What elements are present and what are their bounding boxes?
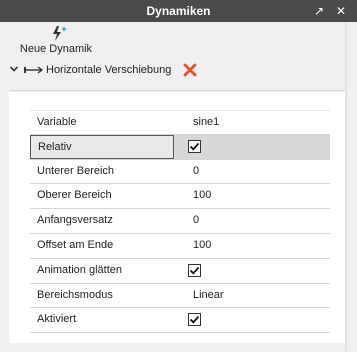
property-key: Bereichsmodus bbox=[37, 288, 113, 301]
property-key: Relativ bbox=[30, 134, 174, 159]
chevron-down-icon[interactable] bbox=[9, 64, 19, 74]
dynamic-label: Horizontale Verschiebung bbox=[46, 64, 172, 76]
property-row[interactable]: Variable sine1 bbox=[30, 110, 330, 135]
property-row[interactable]: Bereichsmodus Linear bbox=[30, 284, 330, 309]
horizontal-arrow-icon bbox=[24, 66, 44, 74]
new-dynamic-label: Neue Dynamik bbox=[19, 43, 93, 55]
property-row[interactable]: Relativ bbox=[30, 134, 330, 160]
property-row[interactable]: Anfangsversatz 0 bbox=[30, 209, 330, 234]
property-value[interactable]: 0 bbox=[176, 209, 330, 233]
check-icon bbox=[189, 142, 200, 151]
property-value[interactable]: 100 bbox=[176, 234, 330, 258]
property-checkbox[interactable] bbox=[188, 263, 201, 277]
pin-icon[interactable]: ↗ bbox=[311, 3, 327, 19]
property-key: Anfangsversatz bbox=[37, 214, 113, 227]
scrollbar-track bbox=[345, 22, 347, 352]
property-row[interactable]: Offset am Ende 100 bbox=[30, 234, 330, 259]
delete-dynamic-icon[interactable] bbox=[183, 63, 197, 77]
property-row[interactable]: Oberer Bereich 100 bbox=[30, 184, 330, 210]
property-row[interactable]: Animation glätten bbox=[30, 259, 330, 284]
property-key: Offset am Ende bbox=[37, 238, 114, 251]
property-key: Aktiviert bbox=[37, 313, 77, 326]
property-value-cell bbox=[176, 259, 330, 283]
check-icon bbox=[189, 316, 200, 324]
dynamic-item[interactable]: Horizontale Verschiebung bbox=[0, 59, 357, 81]
window-titlebar: Dynamiken ↗ ✕ bbox=[0, 0, 357, 22]
property-value-cell bbox=[176, 135, 330, 159]
property-row[interactable]: Unterer Bereich 0 bbox=[30, 160, 330, 185]
property-key: Unterer Bereich bbox=[37, 164, 115, 177]
lightning-star-icon bbox=[53, 26, 67, 41]
window-title: Dynamiken bbox=[146, 4, 211, 18]
property-value[interactable]: sine1 bbox=[176, 111, 330, 134]
toolbar: Neue Dynamik bbox=[0, 22, 357, 59]
close-icon[interactable]: ✕ bbox=[333, 3, 349, 19]
property-value[interactable]: Linear bbox=[176, 284, 330, 308]
property-checkbox[interactable] bbox=[188, 313, 201, 327]
property-row[interactable]: Aktiviert bbox=[30, 308, 330, 334]
property-value[interactable]: 100 bbox=[176, 184, 330, 208]
property-value[interactable]: 0 bbox=[176, 160, 330, 184]
new-dynamic-button[interactable]: Neue Dynamik bbox=[10, 24, 102, 57]
property-checkbox[interactable] bbox=[188, 139, 201, 153]
property-key: Oberer Bereich bbox=[37, 189, 112, 202]
separator bbox=[10, 90, 347, 91]
property-key: Animation glätten bbox=[37, 263, 122, 276]
property-value-cell bbox=[176, 308, 330, 332]
properties-table: Variable sine1 Relativ Unterer Bereich 0 Ober… bbox=[30, 110, 330, 334]
check-icon bbox=[189, 266, 200, 275]
property-key: Variable bbox=[37, 116, 77, 128]
